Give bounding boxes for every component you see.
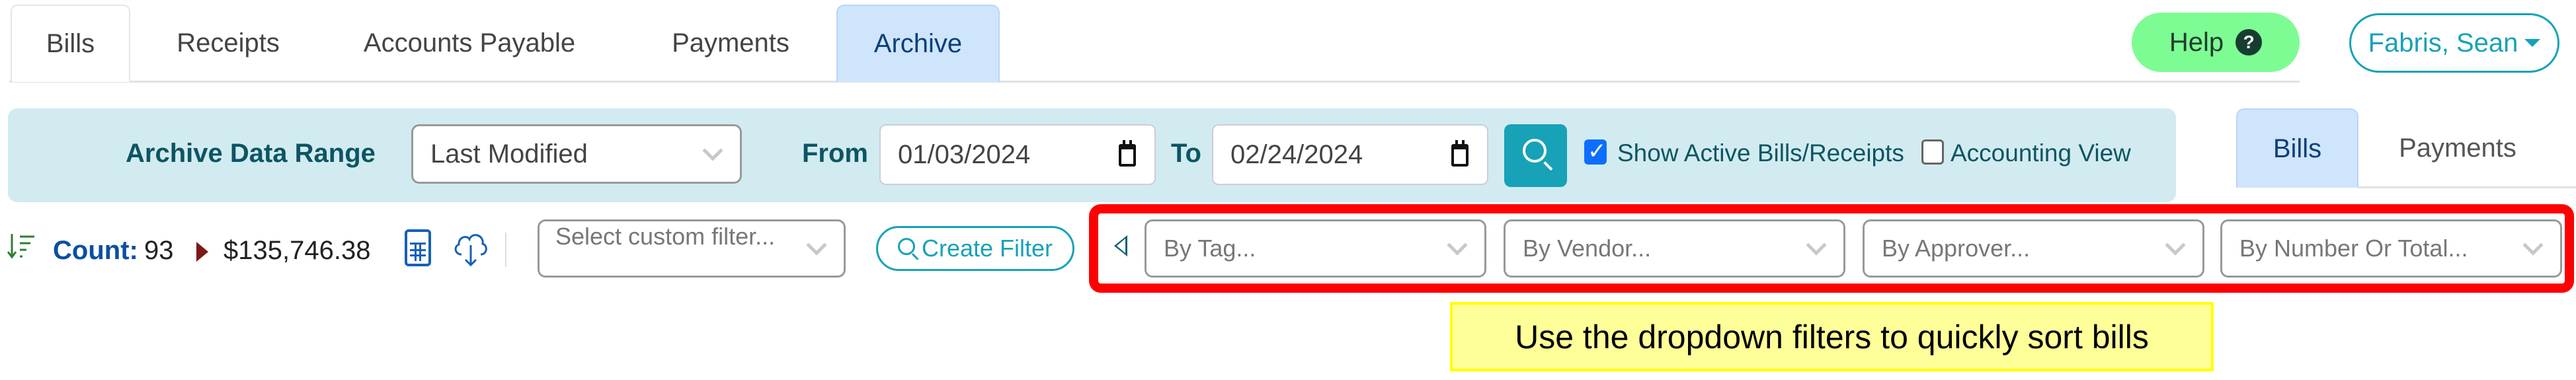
calendar-icon[interactable] bbox=[1119, 140, 1136, 167]
to-date-input[interactable]: 02/24/2024 bbox=[1212, 124, 1488, 185]
filter-by-tag-select[interactable]: By Tag... bbox=[1145, 219, 1486, 278]
collapse-left-icon[interactable] bbox=[1114, 235, 1127, 256]
create-filter-button[interactable]: Create Filter bbox=[876, 226, 1074, 271]
chevron-down-icon bbox=[1806, 235, 1827, 256]
custom-filter-placeholder: Select custom filter... bbox=[555, 223, 776, 250]
to-date-value: 02/24/2024 bbox=[1230, 139, 1363, 169]
count-value: 93 bbox=[144, 236, 174, 265]
search-button[interactable] bbox=[1504, 124, 1567, 187]
archive-data-range-label: Archive Data Range bbox=[126, 139, 376, 168]
tab-label: Bills bbox=[46, 29, 95, 58]
show-active-checkbox[interactable] bbox=[1584, 138, 1607, 165]
accounting-view-checkbox[interactable] bbox=[1921, 139, 1944, 165]
question-circle-icon: ? bbox=[2235, 29, 2263, 56]
from-date-input[interactable]: 01/03/2024 bbox=[879, 124, 1156, 185]
total-amount: $135,746.38 bbox=[223, 236, 371, 265]
chevron-down-icon bbox=[1447, 235, 1468, 256]
annotation-callout: Use the dropdown filters to quickly sort… bbox=[1450, 302, 2214, 371]
accounting-view-label[interactable]: Accounting View bbox=[1951, 139, 2131, 167]
custom-filter-select[interactable]: Select custom filter... bbox=[538, 219, 846, 278]
help-label: Help bbox=[2169, 27, 2224, 57]
tab-accounts-payable[interactable]: Accounts Payable bbox=[337, 5, 602, 82]
filter-placeholder: By Vendor... bbox=[1523, 235, 1652, 262]
tab-bills[interactable]: Bills bbox=[11, 5, 130, 82]
tab-payments[interactable]: Payments bbox=[631, 5, 830, 82]
filter-by-vendor-select[interactable]: By Vendor... bbox=[1504, 219, 1845, 278]
tab-label: Accounts Payable bbox=[363, 28, 576, 57]
chevron-down-icon bbox=[2522, 235, 2544, 256]
divider bbox=[505, 233, 506, 267]
subtabs-divider bbox=[2358, 186, 2576, 188]
tab-label: Archive bbox=[873, 29, 963, 58]
range-select-value: Last Modified bbox=[430, 139, 588, 169]
cloud-download-icon[interactable] bbox=[451, 228, 491, 268]
caret-down-icon bbox=[2524, 39, 2541, 47]
archive-range-select[interactable]: Last Modified bbox=[411, 124, 742, 184]
show-active-label[interactable]: Show Active Bills/Receipts bbox=[1617, 139, 1904, 167]
filter-placeholder: By Number Or Total... bbox=[2239, 235, 2468, 262]
chevron-down-icon bbox=[806, 235, 827, 256]
subtab-label: Payments bbox=[2399, 133, 2516, 163]
help-button[interactable]: Help ? bbox=[2132, 13, 2300, 72]
calendar-icon[interactable] bbox=[1451, 140, 1469, 167]
sort-descending-icon[interactable] bbox=[7, 231, 37, 262]
filter-placeholder: By Tag... bbox=[1164, 235, 1256, 262]
user-menu-button[interactable]: Fabris, Sean bbox=[2349, 13, 2559, 73]
callout-text: Use the dropdown filters to quickly sort… bbox=[1515, 318, 2149, 356]
from-date-value: 01/03/2024 bbox=[898, 139, 1031, 169]
tab-label: Payments bbox=[672, 28, 789, 57]
filter-placeholder: By Approver... bbox=[1882, 235, 2031, 262]
filter-by-number-or-total-select[interactable]: By Number Or Total... bbox=[2220, 219, 2562, 278]
tab-receipts[interactable]: Receipts bbox=[136, 5, 321, 82]
filter-by-approver-select[interactable]: By Approver... bbox=[1863, 219, 2204, 278]
user-name: Fabris, Sean bbox=[2368, 28, 2518, 57]
caret-right-icon[interactable] bbox=[196, 242, 208, 262]
search-icon bbox=[1523, 139, 1547, 163]
chevron-down-icon bbox=[702, 140, 723, 161]
search-icon bbox=[897, 238, 915, 255]
chevron-down-icon bbox=[2165, 235, 2186, 256]
tab-archive[interactable]: Archive bbox=[836, 5, 1000, 82]
subtab-bills[interactable]: Bills bbox=[2236, 108, 2358, 188]
subtab-label: Bills bbox=[2273, 133, 2322, 163]
count-label: Count: bbox=[53, 236, 138, 265]
calculator-icon[interactable] bbox=[405, 229, 431, 266]
to-label: To bbox=[1171, 139, 1201, 168]
from-label: From bbox=[802, 139, 868, 168]
subtab-payments[interactable]: Payments bbox=[2358, 108, 2557, 188]
create-filter-label: Create Filter bbox=[921, 235, 1053, 262]
tab-label: Receipts bbox=[177, 28, 280, 57]
